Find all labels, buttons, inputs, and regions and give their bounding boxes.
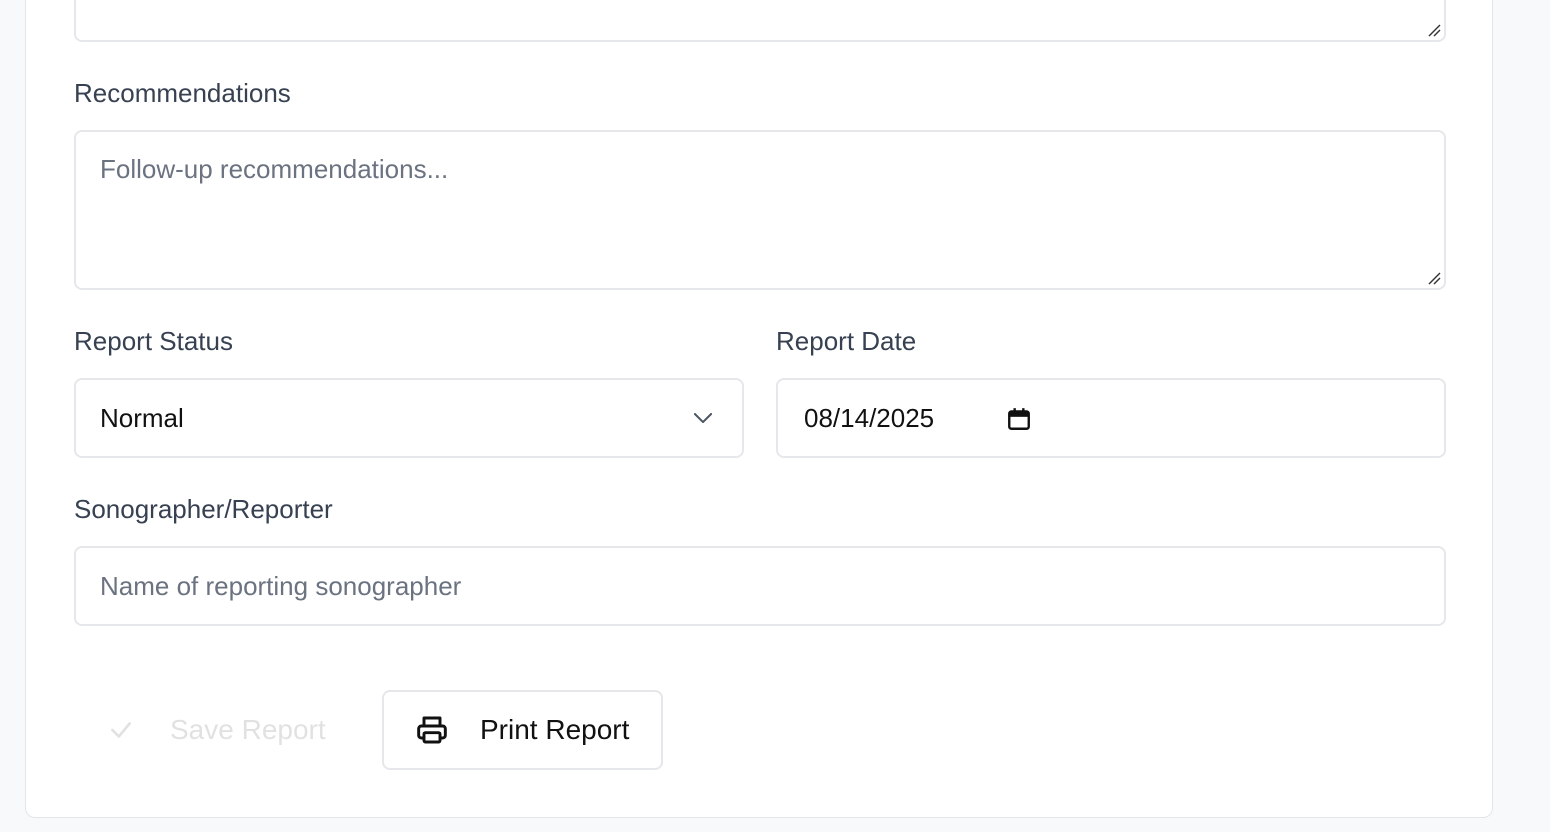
- recommendations-placeholder: Follow-up recommendations...: [100, 154, 449, 184]
- calendar-icon[interactable]: [1006, 406, 1032, 432]
- resize-grip-icon[interactable]: [1427, 271, 1441, 285]
- save-report-button[interactable]: Save Report: [80, 690, 360, 770]
- previous-textarea[interactable]: [74, 0, 1446, 42]
- recommendations-label: Recommendations: [74, 78, 291, 108]
- chevron-down-icon: [694, 413, 712, 424]
- report-status-select[interactable]: Normal: [74, 378, 744, 458]
- report-date-value: 08/14/2025: [804, 403, 935, 433]
- sonographer-placeholder: Name of reporting sonographer: [100, 571, 462, 601]
- sonographer-input[interactable]: Name of reporting sonographer: [74, 546, 1446, 626]
- report-date-input[interactable]: 08/14/2025: [776, 378, 1446, 458]
- sonographer-label: Sonographer/Reporter: [74, 494, 333, 524]
- check-icon: [111, 722, 131, 738]
- report-status-label: Report Status: [74, 326, 233, 356]
- print-report-button[interactable]: Print Report: [382, 690, 663, 770]
- report-date-label: Report Date: [776, 326, 917, 356]
- resize-grip-icon[interactable]: [1427, 23, 1441, 37]
- printer-icon: [417, 716, 447, 744]
- print-report-label: Print Report: [480, 714, 630, 745]
- report-status-value: Normal: [100, 403, 184, 433]
- recommendations-textarea[interactable]: Follow-up recommendations...: [74, 130, 1446, 290]
- save-report-label: Save Report: [170, 714, 326, 745]
